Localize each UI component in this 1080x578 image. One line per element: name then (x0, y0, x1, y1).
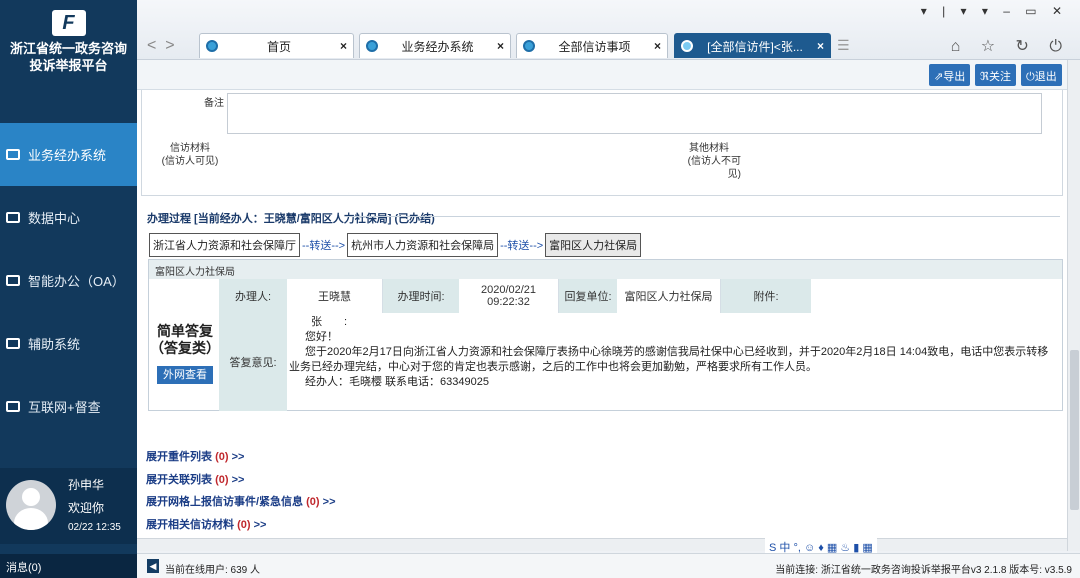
horizontal-scrollbar[interactable] (137, 538, 1067, 551)
sidebar-item-business[interactable]: 业务经办系统 (0, 123, 137, 186)
main-content: ⇗导出 ℜ关注 ⏻退出 备注 信访材料 (信访人可见) 其他材料 (信访人不可 … (137, 60, 1067, 538)
close-icon[interactable]: × (340, 39, 347, 53)
tab-icon (366, 40, 378, 52)
time-label: 办理时间: (383, 279, 459, 313)
chevron-left-icon[interactable]: ◀ (147, 559, 159, 573)
browser-topbar: ▾ | ▾ ▾ – ▭ ✕ < > 首页 × 业务经办系统 × 全部信访事项 × [全… (137, 0, 1080, 60)
close-icon[interactable]: × (497, 39, 504, 53)
tab-icon (523, 40, 535, 52)
reply-detail: 富阳区人力社保局 简单答复 （答复类） 外网查看 办理人: 王晓慧 办理时间: … (148, 259, 1063, 411)
divider (345, 216, 1060, 217)
tab-petition-detail[interactable]: [全部信访件]<张... × (674, 33, 831, 58)
chart-icon (6, 212, 20, 223)
expand-links: 展开重件列表 (0) >> 展开关联列表 (0) >> 展开网格上报信访事件/紧… (146, 446, 336, 536)
close-icon[interactable]: × (817, 39, 824, 53)
process-title: 办理过程 [当前经办人：王晓慧/富阳区人力社保局] (已办结) (147, 213, 435, 225)
export-button[interactable]: ⇗导出 (929, 64, 971, 86)
sidebar-item-label: 辅助系统 (28, 337, 81, 352)
tab-business[interactable]: 业务经办系统 × (359, 33, 511, 58)
sidebar-item-label: 互联网+督查 (28, 400, 101, 415)
avatar[interactable] (6, 480, 56, 530)
attach-label: 附件: (721, 279, 811, 313)
sidebar-item-oa[interactable]: 智能办公（OA） (0, 249, 137, 312)
expand-link-duplicates[interactable]: 展开重件列表 (0) >> (146, 446, 336, 469)
flow-arrow: --转送--> (500, 240, 544, 252)
other-material-label: 其他材料 (信访人不可 见) (687, 143, 741, 180)
tab-icon (206, 40, 218, 52)
unit-label: 回复单位: (559, 279, 617, 313)
user-date: 02/22 12:35 (68, 522, 121, 533)
transfer-flow: 浙江省人力资源和社会保障厅 --转送--> 杭州市人力资源和社会保障局 --转送… (149, 233, 642, 257)
connection-info: 当前连接: 浙江省统一政务咨询投诉举报平台v3 2.1.8 版本号: v3.5.… (775, 565, 1072, 576)
user-name: 孙申华 (68, 478, 105, 492)
vertical-scrollbar[interactable] (1067, 60, 1080, 551)
folder-icon (6, 338, 20, 349)
sidebar-item-aux[interactable]: 辅助系统 (0, 312, 137, 375)
user-welcome: 欢迎你 (68, 501, 105, 515)
material-label: 信访材料 (信访人可见) (161, 143, 219, 167)
online-users: 当前在线用户: 639 人 (165, 565, 261, 576)
expand-link-materials[interactable]: 展开相关信访材料 (0) >> (146, 514, 336, 537)
remark-field[interactable] (227, 93, 1042, 134)
scroll-thumb[interactable] (1070, 350, 1079, 510)
flow-arrow: --转送--> (302, 240, 346, 252)
expand-link-grid-report[interactable]: 展开网格上报信访事件/紧急信息 (0) >> (146, 491, 336, 514)
section-title: 富阳区人力社保局 (149, 260, 1062, 279)
flow-node: 浙江省人力资源和社会保障厅 (149, 233, 300, 257)
sidebar-item-data-center[interactable]: 数据中心 (0, 186, 137, 249)
reply-type: 简单答复 (157, 323, 213, 339)
reply-type-sub: （答复类） (150, 340, 220, 356)
remark-label: 备注 (204, 98, 224, 109)
close-icon[interactable]: × (654, 39, 661, 53)
browser-icons[interactable]: ⌂ ☆ ↻ ⏻ (951, 36, 1070, 56)
nav-arrows[interactable]: < > (147, 37, 175, 55)
logo-icon: F (51, 10, 86, 36)
toolbar: ⇗导出 ℜ关注 ⏻退出 (137, 60, 1067, 90)
flow-node: 杭州市人力资源和社会保障局 (347, 233, 499, 257)
user-panel: 孙申华 欢迎你 02/22 12:35 (0, 468, 137, 544)
folder-icon (6, 149, 20, 160)
opinion-label: 答复意见: (219, 313, 287, 411)
sidebar-item-label: 数据中心 (28, 211, 81, 226)
folder-icon (6, 401, 20, 412)
folder-icon (6, 275, 20, 286)
external-view-button[interactable]: 外网查看 (157, 366, 213, 384)
sidebar-nav: 业务经办系统 数据中心 智能办公（OA） 辅助系统 互联网+督查 (0, 123, 137, 438)
window-controls[interactable]: ▾ | ▾ ▾ – ▭ ✕ (921, 4, 1068, 18)
tab-menu-icon[interactable]: ☰ (837, 37, 850, 54)
follow-button[interactable]: ℜ关注 (975, 64, 1016, 86)
logo-title-line2: 投诉举报平台 (29, 58, 108, 73)
ime-toolbar[interactable]: S 中 °, ☺ ♦ ▦ ♨ ▮ ▦ (765, 538, 877, 554)
sidebar-item-internet[interactable]: 互联网+督查 (0, 375, 137, 438)
tab-icon (681, 40, 693, 52)
status-bar: ◀ 当前在线用户: 639 人 当前连接: 浙江省统一政务咨询投诉举报平台v3 … (137, 553, 1080, 578)
handler-value: 王晓慧 (287, 279, 383, 313)
unit-value: 富阳区人力社保局 (617, 279, 721, 313)
exit-button[interactable]: ⏻退出 (1021, 64, 1062, 86)
logo: F 浙江省统一政务咨询 投诉举报平台 (0, 0, 137, 90)
petition-form: 备注 信访材料 (信访人可见) 其他材料 (信访人不可 见) (141, 90, 1063, 196)
time-value: 2020/02/21 09:22:32 (459, 279, 559, 313)
handler-label: 办理人: (219, 279, 287, 313)
logo-title-line1: 浙江省统一政务咨询 (9, 41, 127, 56)
sidebar: F 浙江省统一政务咨询 投诉举报平台 业务经办系统 数据中心 智能办公（OA） … (0, 0, 137, 578)
reply-type-cell: 简单答复 （答复类） 外网查看 (149, 279, 221, 410)
expand-link-related[interactable]: 展开关联列表 (0) >> (146, 469, 336, 492)
flow-node-current: 富阳区人力社保局 (545, 233, 642, 257)
sidebar-item-label: 业务经办系统 (28, 148, 107, 163)
reply-opinion: 张 : 您好！ 您于2020年2月17日向浙江省人力资源和社会保障厅表扬中心徐晓… (289, 316, 1049, 388)
sidebar-item-label: 智能办公（OA） (28, 274, 125, 289)
tab-all-petitions[interactable]: 全部信访事项 × (516, 33, 668, 58)
messages-link[interactable]: 消息(0) (0, 554, 137, 578)
tab-home[interactable]: 首页 × (199, 33, 354, 58)
